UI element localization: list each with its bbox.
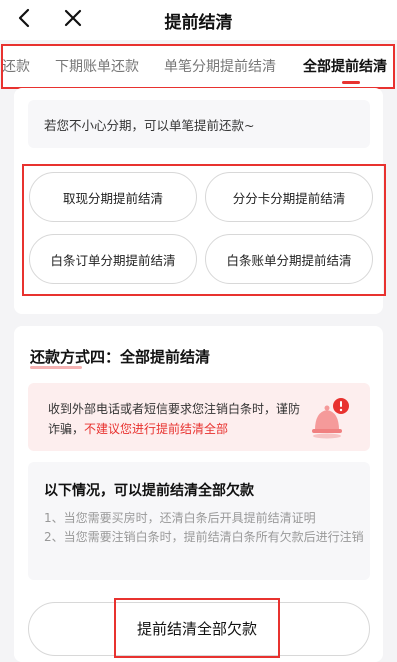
tab-single-installment-payoff[interactable]: 单笔分期提前结清 bbox=[164, 56, 276, 76]
page-title: 提前结清 bbox=[164, 13, 233, 33]
payoff-case-item: 1、当您需要买房时，还清白条后开具提前结清证明 bbox=[44, 511, 316, 525]
active-tab-indicator bbox=[342, 81, 360, 84]
fraud-warning-highlight: 不建议您进行提前结清全部 bbox=[84, 422, 229, 436]
tab-next-bill-repay[interactable]: 下期账单还款 bbox=[55, 56, 139, 76]
baitiao-bill-installment-payoff-button[interactable]: 白条账单分期提前结清 bbox=[205, 234, 373, 284]
alert-bell-icon bbox=[312, 398, 349, 439]
fenfen-card-installment-payoff-button[interactable]: 分分卡分期提前结清 bbox=[205, 172, 373, 222]
cash-installment-payoff-button[interactable]: 取现分期提前结清 bbox=[29, 172, 197, 222]
hint-text: 若您不小心分期，可以单笔提前还款~ bbox=[44, 118, 255, 133]
tab-repay[interactable]: 还款 bbox=[3, 56, 30, 76]
method-title: 还款方式四：全部提前结清 bbox=[30, 348, 211, 366]
payoff-cases-title: 以下情况，可以提前结清全部欠款 bbox=[44, 483, 254, 499]
full-payoff-button[interactable]: 提前结清全部欠款 bbox=[114, 598, 280, 658]
tab-full-payoff[interactable]: 全部提前结清 bbox=[303, 56, 387, 76]
tab-bar: 还款 下期账单还款 单笔分期提前结清 全部提前结清 bbox=[1, 44, 395, 89]
baitiao-order-installment-payoff-button[interactable]: 白条订单分期提前结清 bbox=[29, 234, 197, 284]
top-bar: 提前结清 bbox=[0, 0, 397, 40]
fraud-warning-text: 收到外部电话或者短信要求您注销白条时，谨防诈骗，不建议您进行提前结清全部 bbox=[48, 399, 308, 439]
payoff-case-item: 2、当您需要注销白条时，提前结清白条所有欠款后进行注销 bbox=[44, 530, 364, 544]
